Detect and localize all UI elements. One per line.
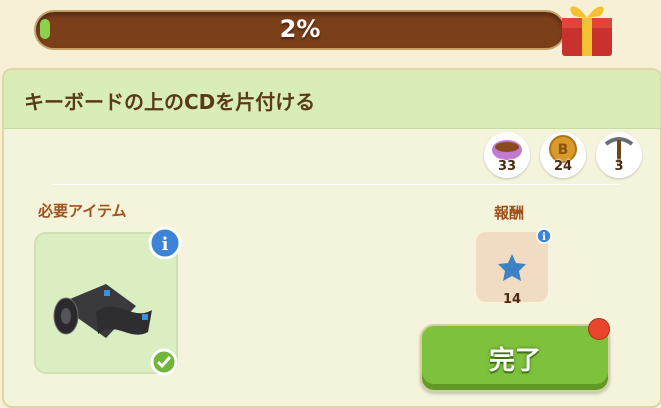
svg-text:B: B xyxy=(558,142,569,158)
resource-tea: 33 xyxy=(484,132,530,178)
progress-bar: 2% xyxy=(34,10,566,50)
divider xyxy=(52,184,620,185)
complete-button[interactable]: 完了 xyxy=(420,324,610,392)
reward-count: 14 xyxy=(502,292,522,307)
resource-count: 3 xyxy=(614,159,624,174)
resource-count: 24 xyxy=(553,159,573,174)
progress-percent: 2% xyxy=(279,15,321,43)
notification-dot xyxy=(588,318,610,340)
task-panel: キーボードの上のCDを片付ける 33 B 24 3 必要アイテム 報酬 i i … xyxy=(2,68,661,408)
resource-pickaxe: 3 xyxy=(596,132,642,178)
svg-text:i: i xyxy=(542,232,546,243)
check-icon xyxy=(150,348,178,376)
task-title: キーボードの上のCDを片付ける xyxy=(24,90,316,114)
complete-button-label: 完了 xyxy=(488,346,541,376)
reward-info-icon[interactable]: i xyxy=(536,228,552,244)
reward-label: 報酬 xyxy=(494,204,525,222)
required-items-label: 必要アイテム xyxy=(38,202,127,220)
resource-coin: B 24 xyxy=(540,132,586,178)
task-header: キーボードの上のCDを片付ける xyxy=(4,70,660,129)
gift-box-icon[interactable] xyxy=(552,0,622,58)
svg-text:i: i xyxy=(162,234,169,255)
resource-count: 33 xyxy=(497,159,517,174)
info-icon[interactable]: i xyxy=(148,226,182,260)
